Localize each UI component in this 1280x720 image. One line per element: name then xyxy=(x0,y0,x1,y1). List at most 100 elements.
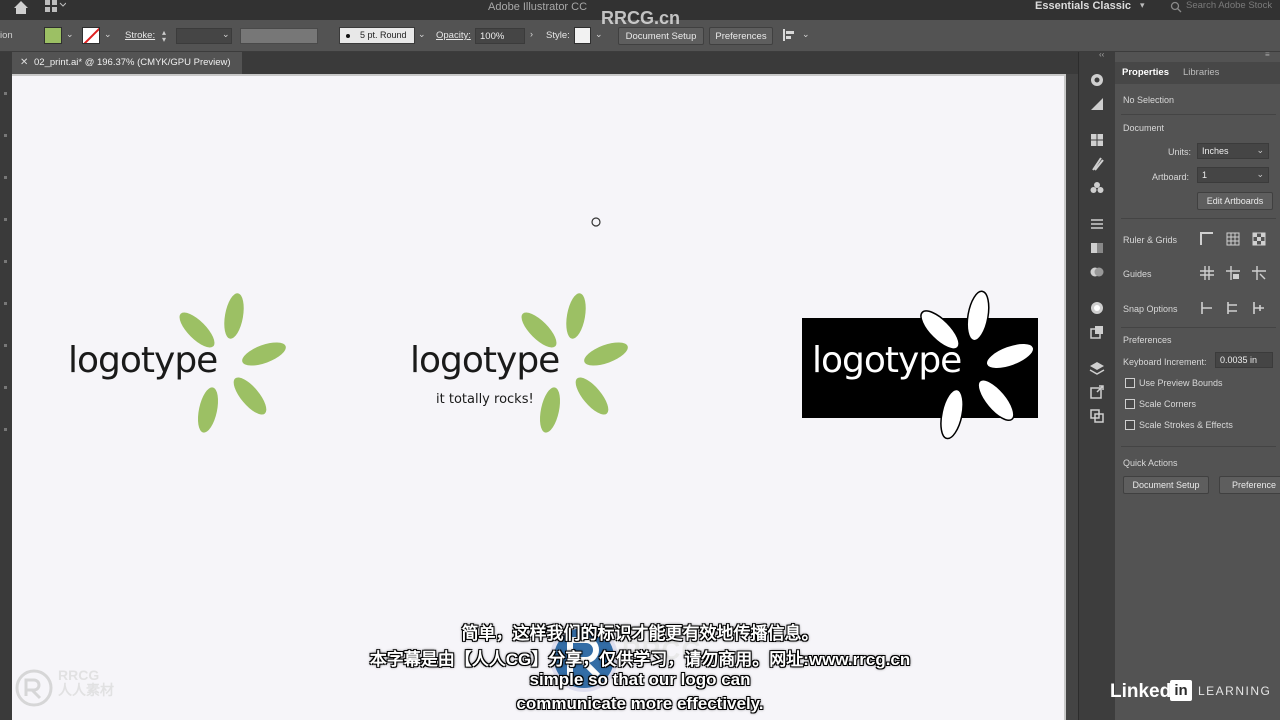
opacity-field[interactable]: 100% xyxy=(475,28,525,44)
gradient-icon[interactable] xyxy=(1089,240,1105,256)
chevron-down-icon[interactable]: ▾ xyxy=(1140,0,1145,11)
app-title: Adobe Illustrator CC xyxy=(488,1,588,13)
chevron-down-icon[interactable]: ⌄ xyxy=(595,29,603,40)
style-label: Style: xyxy=(546,30,570,41)
document-tab-bar: ✕ 02_print.ai* @ 196.37% (CMYK/GPU Previ… xyxy=(0,52,1078,74)
ruler-icon[interactable] xyxy=(1199,231,1215,247)
selection-label: ion xyxy=(0,30,13,41)
edit-artboards-button[interactable]: Edit Artboards xyxy=(1197,192,1273,210)
arrange-documents-icon[interactable] xyxy=(44,0,66,12)
opacity-label[interactable]: Opacity: xyxy=(436,30,471,41)
divider xyxy=(1121,218,1276,219)
scale-corners-label: Scale Corners xyxy=(1139,399,1197,409)
export-icon[interactable] xyxy=(1089,384,1105,400)
brush-label: 5 pt. Round xyxy=(360,30,407,40)
artboard-label: Artboard: xyxy=(1152,172,1190,182)
brushes-icon[interactable] xyxy=(1089,156,1105,172)
subtitle-line: 简单，这样我们的标识才能更有效地传播信息。 xyxy=(461,624,819,643)
scale-corners-checkbox[interactable] xyxy=(1125,399,1135,409)
preferences-button[interactable]: Preferences xyxy=(709,27,773,45)
artboard-value: 1 xyxy=(1202,170,1208,180)
linkedin-wordmark: Linked xyxy=(1110,681,1172,702)
workspace-switcher[interactable]: Essentials Classic xyxy=(1035,0,1131,12)
color-guide-icon[interactable] xyxy=(1089,96,1105,112)
preferences-button[interactable]: Preference xyxy=(1219,476,1280,494)
flower-leaves-icon[interactable] xyxy=(514,292,634,436)
preferences-heading: Preferences xyxy=(1123,335,1172,345)
grid-icon[interactable] xyxy=(1225,231,1241,247)
document-setup-button[interactable]: Document Setup xyxy=(618,27,704,45)
guides-label: Guides xyxy=(1123,269,1152,279)
artboard-select[interactable]: 1 ⌄ xyxy=(1197,167,1269,183)
chevron-right-icon[interactable]: › xyxy=(530,29,533,39)
divider xyxy=(1121,114,1276,115)
brush-dot-icon xyxy=(346,34,350,38)
snap-options-label: Snap Options xyxy=(1123,304,1178,314)
search-stock-input[interactable]: Search Adobe Stock xyxy=(1170,0,1280,14)
subtitle-line: 本字幕是由【人人CG】分享，仅供学习，请勿商用。网址:www.rrcg.cn xyxy=(369,650,911,669)
watermark-text: RRCG.cn xyxy=(601,8,681,28)
tab-libraries[interactable]: Libraries xyxy=(1183,67,1219,78)
fill-swatch[interactable] xyxy=(44,27,62,44)
scale-strokes-effects-checkbox[interactable] xyxy=(1125,420,1135,430)
flower-leaves-icon[interactable] xyxy=(172,292,292,436)
units-select[interactable]: Inches ⌄ xyxy=(1197,143,1269,159)
chevron-down-icon: ⌄ xyxy=(1256,169,1264,179)
stroke-panel-icon[interactable] xyxy=(1089,216,1105,232)
show-guides-icon[interactable] xyxy=(1199,265,1215,281)
appearance-icon[interactable] xyxy=(1089,300,1105,316)
chevron-down-icon[interactable]: ⌄ xyxy=(66,29,74,40)
color-icon[interactable] xyxy=(1089,72,1105,88)
scale-strokes-effects-label: Scale Strokes & Effects xyxy=(1139,420,1233,430)
divider xyxy=(1121,327,1276,328)
document-tab[interactable]: ✕ 02_print.ai* @ 196.37% (CMYK/GPU Previ… xyxy=(12,52,242,74)
divider xyxy=(1121,446,1276,447)
tab-properties[interactable]: Properties xyxy=(1122,67,1169,78)
align-icon[interactable] xyxy=(782,27,798,43)
document-setup-button[interactable]: Document Setup xyxy=(1123,476,1209,494)
selection-status: No Selection xyxy=(1123,95,1175,105)
collapse-panels-icon[interactable]: ‹‹ xyxy=(1099,50,1104,59)
lock-guides-icon[interactable] xyxy=(1225,265,1241,281)
transparency-icon[interactable] xyxy=(1089,264,1105,280)
keyboard-increment-field[interactable]: 0.0035 in xyxy=(1215,352,1273,368)
graphic-style-swatch[interactable] xyxy=(574,27,591,44)
stroke-label[interactable]: Stroke: xyxy=(125,30,155,41)
units-value: Inches xyxy=(1202,146,1229,156)
brush-definition[interactable]: 5 pt. Round xyxy=(339,27,415,44)
use-preview-bounds-label: Use Preview Bounds xyxy=(1139,378,1223,388)
artboards-icon[interactable] xyxy=(1089,408,1105,424)
chevron-down-icon[interactable]: ⌄ xyxy=(802,29,810,40)
chevron-down-icon[interactable]: ⌄ xyxy=(418,29,426,40)
snap-to-grid-icon[interactable] xyxy=(1225,300,1241,316)
graphic-styles-icon[interactable] xyxy=(1089,324,1105,340)
illustrator-window: Adobe Illustrator CC Essentials Classic … xyxy=(0,0,1280,720)
flower-leaves-outline-icon[interactable] xyxy=(910,290,1040,440)
linkedin-in-icon: in xyxy=(1170,680,1192,701)
stroke-swatch[interactable] xyxy=(82,27,100,44)
chevron-down-icon[interactable]: ⌄ xyxy=(104,29,112,40)
snap-to-pixel-icon[interactable] xyxy=(1251,300,1267,316)
swatches-icon[interactable] xyxy=(1089,132,1105,148)
close-icon[interactable]: ✕ xyxy=(20,57,28,68)
cursor-icon xyxy=(591,217,601,227)
transparency-grid-icon[interactable] xyxy=(1251,231,1267,247)
units-label: Units: xyxy=(1168,147,1192,157)
symbols-icon[interactable] xyxy=(1089,180,1105,196)
smart-guides-icon[interactable] xyxy=(1251,265,1267,281)
panel-tabs: Properties Libraries xyxy=(1115,62,1280,84)
use-preview-bounds-checkbox[interactable] xyxy=(1125,378,1135,388)
document-tab-title: 02_print.ai* @ 196.37% (CMYK/GPU Preview… xyxy=(34,57,231,68)
subtitle-line: simple so that our logo can xyxy=(529,670,751,689)
learning-wordmark: LEARNING xyxy=(1198,684,1272,698)
panel-menu-icon[interactable]: ≡ xyxy=(1265,50,1270,59)
chevron-down-icon[interactable]: ⌄ xyxy=(222,29,230,40)
variable-width-profile[interactable] xyxy=(240,28,318,44)
home-icon[interactable] xyxy=(12,0,30,14)
snap-to-point-icon[interactable] xyxy=(1199,300,1215,316)
chevron-down-icon: ⌄ xyxy=(1256,145,1264,155)
layers-icon[interactable] xyxy=(1089,360,1105,376)
subtitle-line: communicate more effectively. xyxy=(516,694,764,713)
quick-actions-heading: Quick Actions xyxy=(1123,458,1178,468)
stroke-weight-stepper[interactable]: ▴ ▾ xyxy=(162,29,172,44)
